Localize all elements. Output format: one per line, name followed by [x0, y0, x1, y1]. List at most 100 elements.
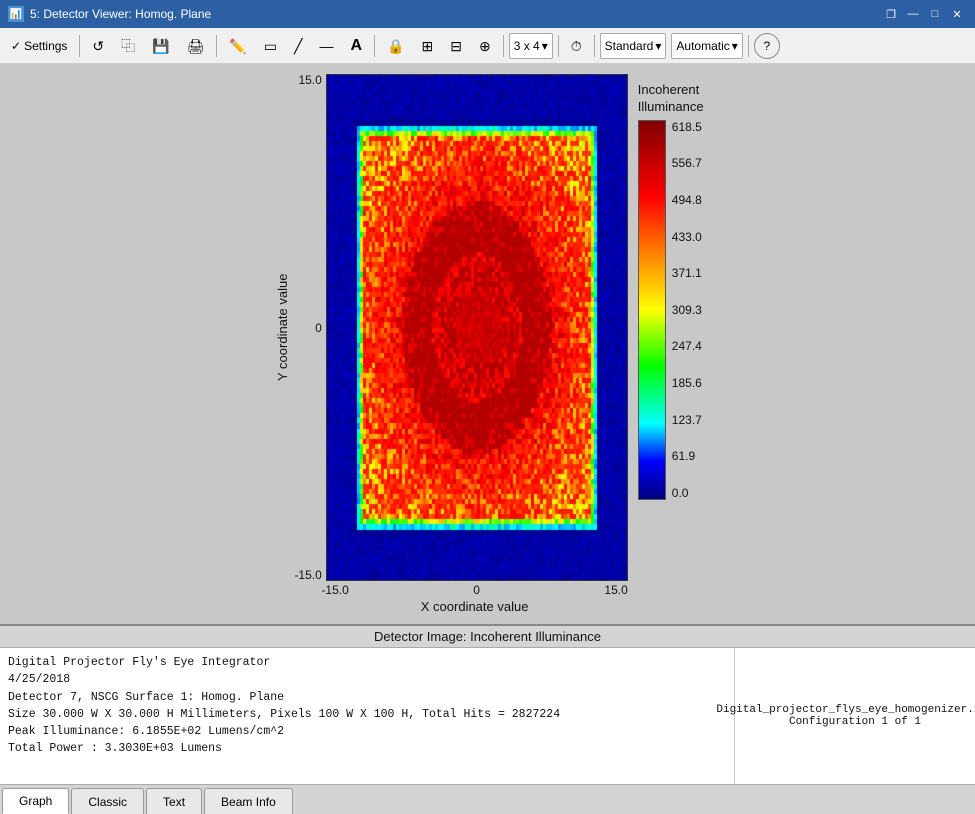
settings-button[interactable]: ✓ Settings	[4, 32, 74, 60]
save-icon: 💾	[152, 39, 169, 53]
info-panel: Detector Image: Incoherent Illuminance D…	[0, 624, 975, 784]
title-bar-left: 📊 5: Detector Viewer: Homog. Plane	[8, 6, 211, 22]
x-tick-mid: 0	[473, 583, 480, 597]
automatic-arrow: ▾	[732, 39, 738, 53]
y-ticks: 15.0 0 -15.0	[294, 74, 325, 581]
cb-label-2: 494.8	[672, 193, 702, 207]
layers-button[interactable]: ⊕	[472, 32, 498, 60]
toolbar-separator-7	[748, 35, 749, 57]
tab-beam-info-label: Beam Info	[221, 795, 276, 809]
colorbar-title: IncoherentIlluminance	[638, 82, 704, 116]
x-ticks: -15.0 0 15.0	[321, 581, 627, 597]
grid-icon: ⊞	[421, 39, 433, 53]
text-icon: A	[350, 38, 362, 54]
help-button[interactable]: ?	[754, 33, 780, 59]
info-body: Digital Projector Fly's Eye Integrator 4…	[0, 648, 975, 784]
rect-button[interactable]: ▭	[257, 32, 284, 60]
automatic-dropdown[interactable]: Automatic ▾	[671, 33, 742, 59]
app-icon: 📊	[8, 6, 24, 22]
plot-and-yticks: 15.0 0 -15.0	[294, 74, 627, 581]
cb-label-8: 123.7	[672, 413, 702, 427]
graph-area: Y coordinate value 15.0 0 -15.0	[0, 64, 975, 624]
tab-bar: Graph Classic Text Beam Info	[0, 784, 975, 814]
info-line-5: Peak Illuminance: 6.1855E+02 Lumens/cm^2	[8, 723, 726, 740]
standard-arrow: ▾	[655, 39, 661, 53]
copy-button[interactable]: ⿻	[114, 32, 142, 60]
save-button[interactable]: 💾	[145, 32, 176, 60]
context-menu-button[interactable]: ❐	[881, 4, 901, 24]
colorbar-with-labels: 618.5 556.7 494.8 433.0 371.1 309.3 247.…	[638, 120, 702, 500]
cb-label-7: 185.6	[672, 376, 702, 390]
info-line-4: Size 30.000 W X 30.000 H Millimeters, Pi…	[8, 706, 726, 723]
info-line-2: 4/25/2018	[8, 671, 726, 688]
tab-classic[interactable]: Classic	[71, 788, 144, 814]
y-axis-label: Y coordinate value	[271, 74, 294, 581]
line-button[interactable]: ╱	[287, 32, 309, 60]
grid-view-button[interactable]: ⊞	[414, 32, 440, 60]
text-button[interactable]: A	[343, 32, 369, 60]
copy-icon: ⿻	[121, 39, 135, 53]
heatmap-canvas	[327, 75, 627, 580]
maximize-button[interactable]: □	[925, 4, 945, 24]
cb-label-3: 433.0	[672, 230, 702, 244]
toolbar: ✓ Settings ↺ ⿻ 💾 🖨 ✏️ ▭ ╱ — A 🔒 ⊞ ⊟ ⊕ 3 …	[0, 28, 975, 64]
file-info-text: Digital_projector_flys_eye_homogenizer.z…	[716, 704, 975, 728]
tab-graph-label: Graph	[19, 794, 52, 808]
rect-icon: ▭	[264, 39, 277, 53]
dash-button[interactable]: —	[312, 32, 340, 60]
plot-row: Y coordinate value 15.0 0 -15.0	[271, 74, 627, 581]
print-icon: 🖨	[187, 39, 205, 53]
cb-label-0: 618.5	[672, 120, 702, 134]
tab-beam-info[interactable]: Beam Info	[204, 788, 293, 814]
layout-button[interactable]: ⊟	[443, 32, 469, 60]
close-button[interactable]: ✕	[947, 4, 967, 24]
graph-container: Y coordinate value 15.0 0 -15.0	[271, 74, 703, 614]
toolbar-separator-6	[594, 35, 595, 57]
lock-button[interactable]: 🔒	[380, 32, 411, 60]
standard-label: Standard	[605, 39, 654, 53]
toolbar-separator-1	[79, 35, 80, 57]
refresh-button[interactable]: ↺	[85, 32, 111, 60]
cb-label-6: 247.4	[672, 339, 702, 353]
lock-icon: 🔒	[387, 39, 404, 53]
clock-button[interactable]: ⏱	[564, 32, 589, 60]
automatic-label: Automatic	[676, 39, 729, 53]
x-axis-area: -15.0 0 15.0 X coordinate value	[271, 581, 627, 614]
grid-size-label: 3 x 4	[514, 39, 540, 53]
toolbar-separator-5	[558, 35, 559, 57]
layers-icon: ⊕	[479, 39, 491, 53]
checkmark-icon: ✓	[11, 39, 21, 53]
colorbar-container: IncoherentIlluminance 618.5 556.7 494.8 …	[638, 74, 704, 500]
plot-box	[326, 74, 628, 581]
cb-label-5: 309.3	[672, 303, 702, 317]
settings-label: Settings	[24, 39, 67, 53]
tab-graph[interactable]: Graph	[2, 788, 69, 814]
colorbar-labels: 618.5 556.7 494.8 433.0 371.1 309.3 247.…	[672, 120, 702, 500]
y-tick-top: 15.0	[298, 74, 321, 86]
info-line-1: Digital Projector Fly's Eye Integrator	[8, 654, 726, 671]
main-content: Y coordinate value 15.0 0 -15.0	[0, 64, 975, 814]
print-button[interactable]: 🖨	[180, 32, 212, 60]
dash-icon: —	[319, 39, 333, 53]
title-bar: 📊 5: Detector Viewer: Homog. Plane ❐ — □…	[0, 0, 975, 28]
x-axis-label: X coordinate value	[421, 599, 529, 614]
info-line-3: Detector 7, NSCG Surface 1: Homog. Plane	[8, 689, 726, 706]
toolbar-separator-2	[216, 35, 217, 57]
minimize-button[interactable]: —	[903, 4, 923, 24]
x-tick-right: 15.0	[604, 583, 627, 597]
help-icon: ?	[763, 39, 770, 53]
x-tick-left: -15.0	[321, 583, 348, 597]
plot-with-labels: Y coordinate value 15.0 0 -15.0	[271, 74, 627, 614]
line-icon: ╱	[294, 39, 302, 53]
cb-label-1: 556.7	[672, 156, 702, 170]
tab-text-label: Text	[163, 795, 185, 809]
grid-size-dropdown[interactable]: 3 x 4 ▾	[509, 33, 553, 59]
y-tick-bot: -15.0	[294, 569, 321, 581]
cb-label-10: 0.0	[672, 486, 702, 500]
grid-size-arrow: ▾	[542, 39, 548, 53]
tab-text[interactable]: Text	[146, 788, 202, 814]
pencil-button[interactable]: ✏️	[222, 32, 253, 60]
standard-dropdown[interactable]: Standard ▾	[600, 33, 667, 59]
clock-icon: ⏱	[571, 39, 582, 53]
refresh-icon: ↺	[92, 39, 104, 53]
